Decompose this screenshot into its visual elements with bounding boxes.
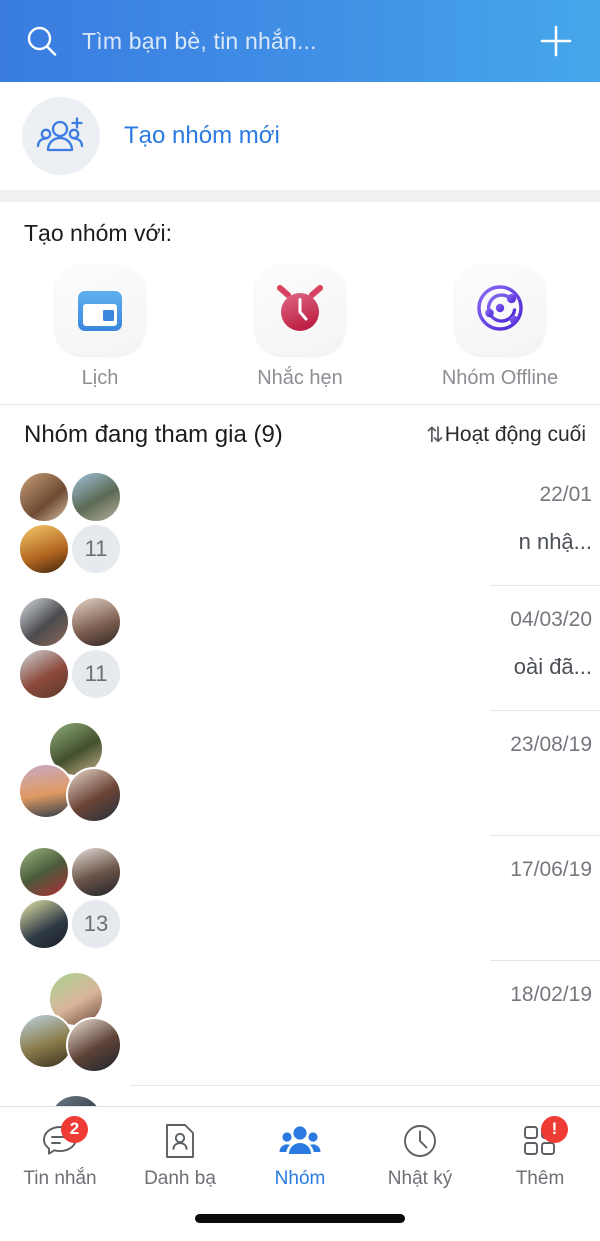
tab-messages-label: Tin nhắn <box>23 1167 97 1189</box>
avatar <box>66 767 122 823</box>
group-list-item[interactable]: 11 04/03/20 oài đã... <box>0 586 600 711</box>
top-search-bar: Tìm bạn bè, tin nhắn... <box>0 0 600 82</box>
group-list-item[interactable]: 11 22/01 n nhậ... <box>0 461 600 586</box>
avatar-cluster: 13 <box>18 846 122 950</box>
reminder-tile[interactable] <box>255 265 345 355</box>
group-last-activity-date: 18/02/19 <box>510 983 592 1006</box>
alarm-clock-icon <box>273 282 327 339</box>
group-last-activity-date: 17/06/19 <box>510 858 592 881</box>
chat-bubble-icon: 2 <box>38 1115 88 1161</box>
create-with-title: Tạo nhóm với: <box>24 220 173 246</box>
tab-groups[interactable]: Nhóm <box>240 1107 360 1203</box>
tab-contacts-label: Danh bạ <box>144 1167 216 1189</box>
search-input[interactable]: Tìm bạn bè, tin nhắn... <box>82 28 514 55</box>
orbit-icon <box>473 281 527 340</box>
create-with-reminder[interactable]: Nhắc hẹn <box>200 265 400 390</box>
group-last-activity-date: 22/01 <box>539 483 592 506</box>
create-new-group-label: Tạo nhóm mới <box>124 122 280 149</box>
avatar-cluster <box>18 971 122 1075</box>
group-list-header: Nhóm đang tham gia (9) ⇅ Hoạt động cuối <box>0 405 600 461</box>
group-message-snippet: oài đã... <box>513 654 592 679</box>
create-with-offline-group[interactable]: Nhóm Offline <box>400 265 600 390</box>
avatar <box>18 846 70 898</box>
avatar-cluster <box>18 721 122 825</box>
tab-diary[interactable]: Nhật ký <box>360 1107 480 1203</box>
sort-control[interactable]: ⇅ Hoạt động cuối <box>426 423 586 448</box>
plus-icon[interactable] <box>534 19 578 63</box>
tab-contacts[interactable]: Danh bạ <box>120 1107 240 1203</box>
app-root: Tìm bạn bè, tin nhắn... Tạo nhóm mới Tạo… <box>0 0 600 1241</box>
tab-groups-label: Nhóm <box>274 1167 326 1189</box>
group-list-item[interactable]: 18/02/19 <box>0 961 600 1086</box>
avatar <box>18 523 70 575</box>
tab-list: 2 Tin nhắn Danh bạ Nhóm Nhật ký ! Thêm <box>0 1107 600 1203</box>
avatar <box>18 596 70 648</box>
avatar <box>66 1017 122 1073</box>
create-with-offline-label: Nhóm Offline <box>441 367 559 389</box>
messages-badge: 2 <box>61 1115 88 1143</box>
avatar-overflow-count: 11 <box>70 523 122 575</box>
clock-icon <box>398 1121 442 1161</box>
more-badge: ! <box>541 1115 568 1143</box>
avatar <box>18 898 70 950</box>
group-list-item[interactable]: 23/08/19 <box>0 711 600 836</box>
avatar-overflow-count: 11 <box>70 648 122 700</box>
create-with-calendar-label: Lịch <box>81 367 119 389</box>
people-group-icon <box>278 1121 322 1161</box>
contact-card-icon <box>158 1121 202 1161</box>
create-group-with-section: Tạo nhóm với: Lịch Nhắc hẹn Nhóm Offline <box>0 202 600 404</box>
create-with-calendar[interactable]: Lịch <box>0 265 200 390</box>
avatar-cluster: 11 <box>18 471 122 575</box>
bottom-tab-bar: 2 Tin nhắn Danh bạ Nhóm Nhật ký ! Thêm <box>0 1106 600 1241</box>
group-last-activity-date: 04/03/20 <box>510 608 592 631</box>
tab-more[interactable]: ! Thêm <box>480 1107 600 1203</box>
sort-updown-icon: ⇅ <box>426 423 444 447</box>
calendar-tile[interactable] <box>55 265 145 355</box>
sort-label: Hoạt động cuối <box>444 423 586 446</box>
group-add-icon <box>22 97 100 175</box>
group-last-activity-date: 23/08/19 <box>510 733 592 756</box>
home-indicator <box>195 1214 405 1223</box>
avatar-cluster: 11 <box>18 596 122 700</box>
avatar <box>70 471 122 523</box>
group-message-snippet: n nhậ... <box>518 529 592 554</box>
group-list-item[interactable]: 13 17/06/19 <box>0 836 600 961</box>
avatar <box>70 846 122 898</box>
create-with-reminder-label: Nhắc hẹn <box>257 367 343 389</box>
avatar <box>18 648 70 700</box>
avatar-overflow-count: 13 <box>70 898 122 950</box>
tab-more-label: Thêm <box>515 1167 565 1189</box>
calendar-icon <box>75 282 125 339</box>
create-new-group-row[interactable]: Tạo nhóm mới <box>0 82 600 190</box>
offline-group-tile[interactable] <box>455 265 545 355</box>
tab-messages[interactable]: 2 Tin nhắn <box>0 1107 120 1203</box>
create-with-items: Lịch Nhắc hẹn Nhóm Offline <box>0 265 600 390</box>
tab-diary-label: Nhật ký <box>387 1167 453 1189</box>
section-gap <box>0 190 600 202</box>
search-placeholder: Tìm bạn bè, tin nhắn... <box>82 27 317 54</box>
grid-squares-icon: ! <box>518 1115 568 1161</box>
search-icon[interactable] <box>22 21 62 61</box>
avatar <box>18 471 70 523</box>
group-list-title: Nhóm đang tham gia (9) <box>24 421 283 448</box>
group-list-section: Nhóm đang tham gia (9) ⇅ Hoạt động cuối … <box>0 405 600 1126</box>
avatar <box>70 596 122 648</box>
